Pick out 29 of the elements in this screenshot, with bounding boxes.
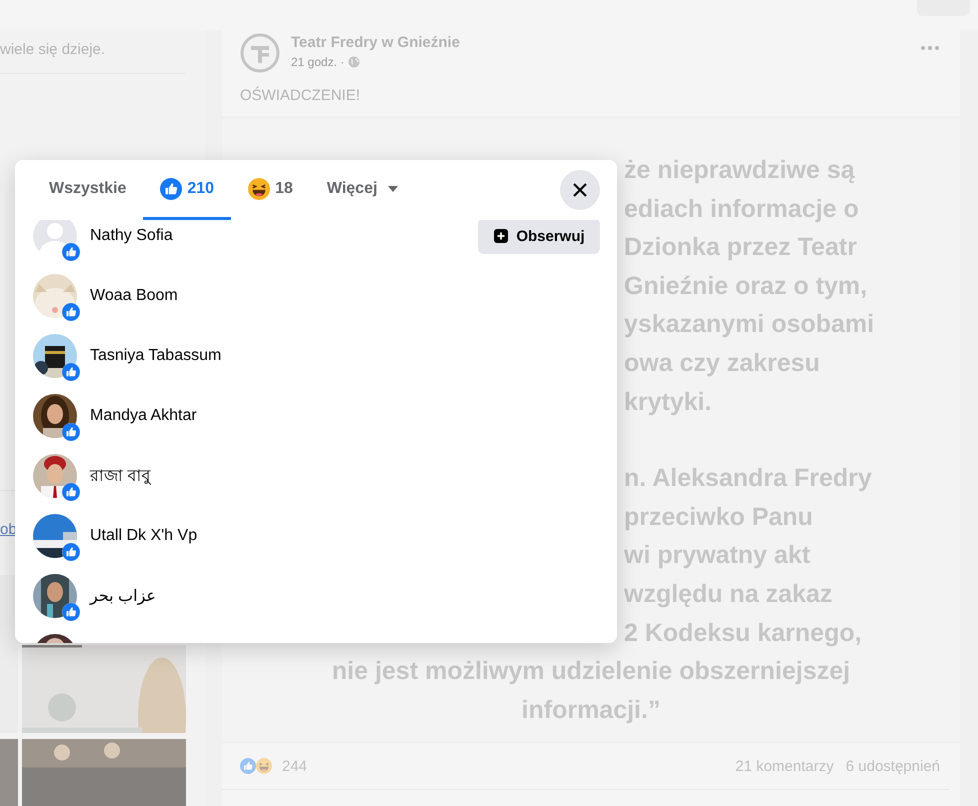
logo-icon[interactable] — [240, 33, 280, 73]
close-button[interactable] — [560, 170, 600, 210]
person-name[interactable]: Utall Dk X'h Vp — [90, 527, 198, 545]
reaction-tab[interactable]: 210 — [143, 160, 232, 220]
thumbs-up-icon — [62, 303, 80, 321]
close-icon — [572, 182, 588, 198]
person-name[interactable]: عزاب بحر — [90, 586, 156, 606]
caret-icon — [388, 186, 398, 192]
globe-icon — [348, 56, 360, 68]
post-snippet: wiele się dzieje. — [0, 40, 106, 60]
person-name[interactable]: Woaa Boom — [90, 287, 178, 305]
thumbs-up-icon — [62, 483, 80, 501]
plus-icon — [493, 228, 510, 244]
thumbs-up-icon — [160, 178, 182, 200]
follow-button[interactable]: Obserwuj — [478, 220, 600, 254]
person-name[interactable]: Nathy Sofia — [90, 227, 173, 245]
thumbs-up-icon — [62, 603, 80, 621]
person-name[interactable]: Mandya Akhtar — [90, 407, 197, 425]
person-name[interactable]: রাজা বাবু — [90, 462, 150, 490]
reaction-tab[interactable]: Więcej — [310, 160, 416, 220]
thumbs-up-icon — [62, 243, 80, 261]
thumbs-up-icon — [62, 363, 80, 381]
more-icon[interactable] — [920, 45, 940, 51]
reaction-tab[interactable]: 18 — [231, 160, 310, 220]
thumbs-up-icon — [62, 423, 80, 441]
thumbs-up-icon — [62, 543, 80, 561]
reaction-tab[interactable]: Wszystkie — [32, 160, 144, 220]
laughing-face-icon — [248, 178, 270, 200]
person-name[interactable]: Tasniya Tabassum — [90, 347, 222, 365]
